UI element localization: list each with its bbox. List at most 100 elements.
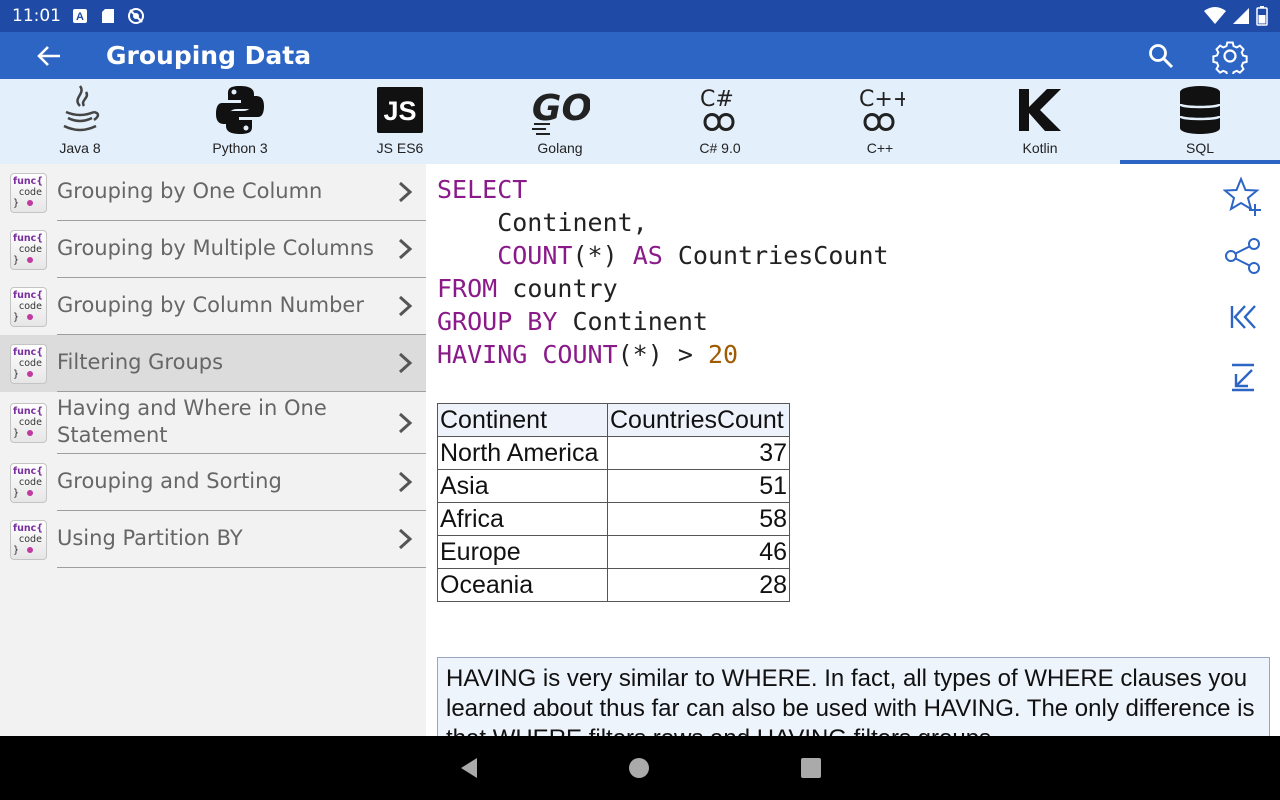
csharp-logo-icon: C# — [690, 83, 750, 137]
table-cell: 37 — [607, 436, 790, 470]
code-function-icon: func{code} — [10, 344, 47, 384]
java-logo-icon — [50, 83, 110, 137]
code-function-icon: func{code} — [10, 173, 47, 213]
explanation-note: HAVING is very similar to WHERE. In fact… — [437, 657, 1270, 736]
go-logo-icon: GO — [530, 83, 590, 137]
tab-csharp[interactable]: C# C# 9.0 — [640, 79, 800, 164]
sidebar-item-label: Filtering Groups — [57, 350, 224, 374]
svg-text:C#: C# — [700, 87, 734, 112]
table-cell: 28 — [607, 568, 790, 602]
table-row: Oceania 28 — [437, 568, 790, 602]
signal-icon — [1232, 7, 1250, 30]
sql-code-block: SELECT Continent, COUNT(*) AS CountriesC… — [437, 175, 889, 369]
tab-sql-label: SQL — [1185, 140, 1214, 156]
table-cell: Africa — [437, 502, 608, 536]
tab-java-label: Java 8 — [59, 140, 101, 156]
svg-text:GO: GO — [532, 88, 590, 129]
tab-python[interactable]: Python 3 — [160, 79, 320, 164]
svg-text:JS: JS — [383, 96, 416, 126]
home-circle-icon[interactable] — [625, 754, 653, 782]
chevron-right-icon — [395, 527, 415, 551]
table-row: North America 37 — [437, 436, 790, 470]
skip-first-icon[interactable] — [1221, 295, 1265, 339]
chevron-right-icon — [395, 470, 415, 494]
sidebar-item-label: Grouping and Sorting — [57, 469, 282, 493]
a-badge-icon: A — [71, 7, 89, 25]
python-logo-icon — [210, 83, 270, 137]
sd-card-icon — [99, 7, 117, 25]
chevron-right-icon — [395, 411, 415, 435]
table-cell: 58 — [607, 502, 790, 536]
battery-icon — [1256, 6, 1268, 31]
tab-csharp-label: C# 9.0 — [699, 140, 741, 156]
language-tabs: Java 8 Python 3 JS JS ES6 GO Golang C# C… — [0, 79, 1280, 164]
wifi-icon — [1204, 7, 1226, 30]
svg-text:C++: C++ — [859, 87, 905, 112]
back-triangle-icon[interactable] — [455, 754, 483, 782]
tab-go[interactable]: GO Golang — [480, 79, 640, 164]
sidebar-item-grouping-by-multiple-columns[interactable]: func{code} Grouping by Multiple Columns — [0, 221, 426, 278]
tab-js-label: JS ES6 — [376, 140, 424, 156]
page-title: Grouping Data — [106, 41, 312, 70]
sidebar-item-grouping-by-column-number[interactable]: func{code} Grouping by Column Number — [0, 278, 426, 335]
table-cell: 46 — [607, 535, 790, 569]
sidebar-item-having-and-where[interactable]: func{code} Having and Where in One State… — [0, 392, 426, 454]
tab-python-label: Python 3 — [212, 140, 268, 156]
sidebar-item-label: Grouping by Multiple Columns — [57, 236, 374, 260]
content-panel: SELECT Continent, COUNT(*) AS CountriesC… — [426, 164, 1280, 736]
column-header: CountriesCount — [607, 403, 790, 437]
table-row: Europe 46 — [437, 535, 790, 569]
system-nav-bar — [0, 736, 1280, 800]
tab-java[interactable]: Java 8 — [0, 79, 160, 164]
kotlin-logo-icon — [1010, 83, 1070, 137]
code-function-icon: func{code} — [10, 463, 47, 503]
share-icon[interactable] — [1221, 234, 1265, 278]
svg-text:A: A — [76, 11, 84, 23]
tab-cpp-label: C++ — [866, 140, 894, 156]
sidebar-item-label: Using Partition BY — [57, 526, 243, 550]
status-time: 11:01 — [12, 6, 61, 26]
search-icon[interactable] — [1146, 41, 1176, 71]
tab-kotlin[interactable]: Kotlin — [960, 79, 1120, 164]
chevron-right-icon — [395, 351, 415, 375]
tab-js[interactable]: JS JS ES6 — [320, 79, 480, 164]
column-header: Continent — [437, 403, 608, 437]
sidebar-item-label: Grouping by Column Number — [57, 293, 364, 317]
tab-go-label: Golang — [537, 140, 583, 156]
chevron-right-icon — [395, 294, 415, 318]
chevron-right-icon — [395, 237, 415, 261]
table-row: Africa 58 — [437, 502, 790, 536]
sidebar-item-label: Having and Where in One Statement — [57, 396, 327, 447]
table-cell: 51 — [607, 469, 790, 503]
arrow-back-icon[interactable] — [34, 42, 64, 70]
js-logo-icon: JS — [370, 83, 430, 137]
sync-disabled-icon — [127, 7, 145, 25]
tab-sql[interactable]: SQL — [1120, 79, 1280, 164]
recents-square-icon[interactable] — [797, 754, 825, 782]
sidebar: func{code} Grouping by One Column func{c… — [0, 164, 426, 736]
tab-cpp[interactable]: C++ C++ — [800, 79, 960, 164]
table-cell: Europe — [437, 535, 608, 569]
sidebar-item-filtering-groups[interactable]: func{code} Filtering Groups — [0, 335, 426, 392]
result-table: Continent CountriesCount North America 3… — [437, 403, 790, 602]
code-function-icon: func{code} — [10, 520, 47, 560]
code-function-icon: func{code} — [10, 287, 47, 327]
sidebar-item-using-partition-by[interactable]: func{code} Using Partition BY — [0, 511, 426, 568]
cpp-logo-icon: C++ — [850, 83, 910, 137]
table-cell: North America — [437, 436, 608, 470]
divider — [57, 567, 426, 568]
app-bar: Grouping Data — [0, 32, 1280, 79]
table-cell: Asia — [437, 469, 608, 503]
tab-kotlin-label: Kotlin — [1022, 140, 1058, 156]
table-header-row: Continent CountriesCount — [437, 403, 790, 437]
chevron-right-icon — [395, 180, 415, 204]
status-bar: 11:01 A — [0, 0, 1280, 32]
gear-icon[interactable] — [1212, 38, 1248, 77]
sidebar-item-grouping-by-one-column[interactable]: func{code} Grouping by One Column — [0, 164, 426, 221]
arrow-down-left-icon[interactable] — [1221, 355, 1265, 399]
code-function-icon: func{code} — [10, 403, 47, 443]
star-add-icon[interactable] — [1221, 174, 1265, 218]
sidebar-item-grouping-and-sorting[interactable]: func{code} Grouping and Sorting — [0, 454, 426, 511]
table-cell: Oceania — [437, 568, 608, 602]
sidebar-item-label: Grouping by One Column — [57, 179, 323, 203]
